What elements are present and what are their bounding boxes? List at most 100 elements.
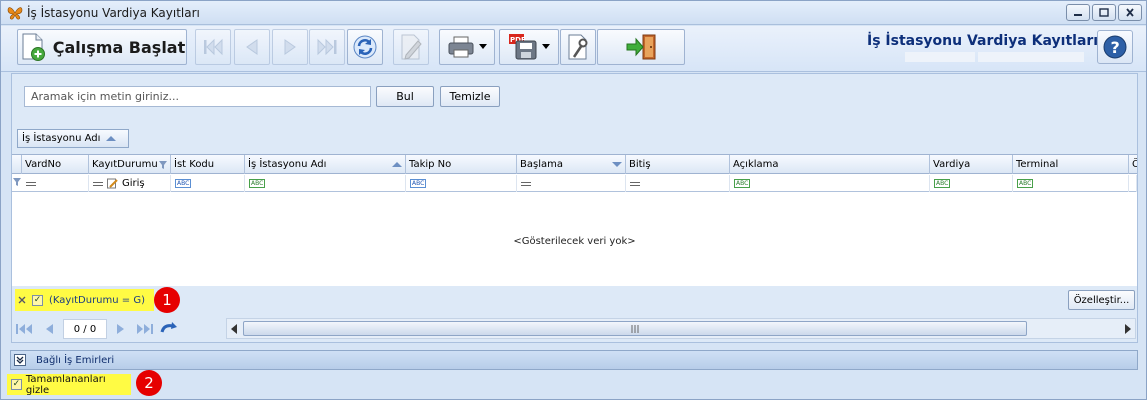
last-icon	[137, 324, 153, 334]
window-title: İş İstasyonu Vardiya Kayıtları	[27, 6, 200, 20]
annotation-badge-1: 1	[154, 287, 180, 313]
records-grid: VardNo KayıtDurumu İst Kodu İş İstasyonu…	[12, 154, 1137, 286]
help-icon: ?	[1103, 35, 1127, 59]
chevron-down-icon	[479, 44, 487, 49]
hide-completed-checkbox[interactable]: ✓	[11, 379, 22, 390]
filter-cell[interactable]	[517, 175, 626, 192]
group-by-chip[interactable]: İş İstasyonu Adı	[17, 129, 129, 148]
close-button[interactable]	[1118, 4, 1142, 21]
first-icon	[204, 38, 223, 56]
previous-record-button[interactable]	[234, 29, 270, 65]
filter-enabled-checkbox[interactable]: ✓	[32, 294, 43, 306]
nav-first-button[interactable]	[15, 320, 35, 338]
export-button[interactable]: PDF	[499, 29, 559, 65]
clear-button[interactable]: Temizle	[440, 86, 500, 107]
equals-icon	[26, 181, 36, 186]
toolbar-title: İş İstasyonu Vardiya Kayıtları	[867, 33, 1099, 49]
minimize-icon	[1074, 13, 1082, 16]
document-tools-icon	[568, 34, 588, 60]
equals-icon	[521, 181, 531, 186]
text-filter-icon: ABC	[410, 179, 427, 188]
toolbar: Çalışma Başlat PDF İş İstasyonu Vardiya …	[1, 26, 1146, 72]
refresh-icon	[353, 35, 377, 59]
scroll-left-icon[interactable]	[231, 324, 237, 334]
text-filter-icon: ABC	[1017, 179, 1034, 188]
column-header[interactable]: İş İstasyonu Adı	[245, 155, 406, 174]
new-document-icon	[22, 33, 45, 61]
customize-button[interactable]: Özelleştir...	[1068, 290, 1135, 310]
nav-last-button[interactable]	[135, 320, 155, 338]
nav-refresh-button[interactable]	[159, 320, 179, 338]
title-bar: İş İstasyonu Vardiya Kayıtları	[1, 1, 1146, 25]
grid-indicator-column	[12, 155, 22, 174]
filter-cell[interactable]: Giriş	[89, 175, 171, 192]
filter-cell[interactable]: ABC	[730, 175, 930, 192]
svg-text:?: ?	[1111, 38, 1120, 57]
related-work-orders-label: Bağlı İş Emirleri	[36, 354, 115, 366]
print-button[interactable]	[439, 29, 495, 65]
hide-completed-label: Tamamlananları gizle	[25, 373, 106, 396]
sort-ascending-icon	[392, 162, 402, 167]
equals-icon	[630, 181, 640, 186]
butterfly-icon	[7, 7, 23, 20]
filter-cell[interactable]: ABC	[245, 175, 406, 192]
search-input[interactable]	[24, 86, 371, 107]
edit-pencil-icon	[107, 178, 118, 189]
expand-icon[interactable]	[14, 354, 26, 366]
column-header[interactable]: Vardiya	[930, 155, 1013, 174]
column-header[interactable]: Takip No	[406, 155, 517, 174]
filter-cell[interactable]	[1129, 175, 1137, 192]
minimize-button[interactable]	[1066, 4, 1090, 21]
active-filter-bar: ✓ (KayıtDurumu = G)	[15, 289, 154, 311]
hide-completed-option[interactable]: ✓ Tamamlananları gizle	[7, 373, 131, 396]
double-chevron-down-icon	[16, 356, 24, 364]
empty-grid-message: <Gösterilecek veri yok>	[513, 236, 636, 247]
last-icon	[317, 38, 337, 56]
window-controls	[1066, 4, 1142, 21]
edit-document-icon	[401, 34, 422, 60]
column-header[interactable]: Öz	[1129, 155, 1137, 174]
start-work-label: Çalışma Başlat	[52, 37, 186, 57]
next-record-button[interactable]	[272, 29, 308, 65]
filter-cell[interactable]	[22, 175, 89, 192]
settings-button[interactable]	[560, 29, 596, 65]
first-record-button[interactable]	[195, 29, 231, 65]
refresh-button[interactable]	[347, 29, 383, 65]
toolbar-spacer	[905, 52, 975, 62]
start-work-button[interactable]: Çalışma Başlat	[17, 29, 187, 65]
previous-icon	[246, 39, 258, 55]
horizontal-scrollbar[interactable]	[226, 318, 1136, 339]
related-work-orders-bar[interactable]: Bağlı İş Emirleri	[10, 350, 1138, 370]
filter-expression[interactable]: (KayıtDurumu = G)	[49, 295, 145, 306]
column-header[interactable]: Açıklama	[730, 155, 930, 174]
edit-button[interactable]	[393, 29, 429, 65]
filter-cell[interactable]	[626, 175, 730, 192]
help-button[interactable]: ?	[1097, 30, 1133, 64]
filter-cell[interactable]: ABC	[930, 175, 1013, 192]
sort-descending-icon	[612, 162, 622, 167]
scroll-right-icon[interactable]	[1125, 324, 1131, 334]
grip-icon	[631, 324, 639, 333]
toolbar-spacer	[978, 52, 1084, 62]
last-record-button[interactable]	[309, 29, 345, 65]
sort-ascending-icon	[106, 136, 117, 141]
exit-button[interactable]	[597, 29, 685, 65]
close-icon[interactable]	[18, 296, 26, 304]
column-header[interactable]: Terminal	[1013, 155, 1129, 174]
refresh-icon	[160, 322, 177, 333]
nav-next-button[interactable]	[111, 320, 131, 338]
filter-cell[interactable]: ABC	[1013, 175, 1129, 192]
column-header[interactable]: Başlama	[517, 155, 626, 174]
filter-row-icon	[13, 178, 21, 186]
column-header[interactable]: KayıtDurumu	[89, 155, 171, 174]
filter-cell[interactable]: ABC	[171, 175, 245, 192]
column-header[interactable]: İst Kodu	[171, 155, 245, 174]
scroll-thumb[interactable]	[243, 321, 1027, 336]
column-header[interactable]: Bitiş	[626, 155, 730, 174]
column-header[interactable]: VardNo	[22, 155, 89, 174]
maximize-icon	[1099, 8, 1109, 17]
filter-cell[interactable]: ABC	[406, 175, 517, 192]
find-button[interactable]: Bul	[376, 86, 434, 107]
maximize-button[interactable]	[1092, 4, 1116, 21]
nav-previous-button[interactable]	[39, 320, 59, 338]
